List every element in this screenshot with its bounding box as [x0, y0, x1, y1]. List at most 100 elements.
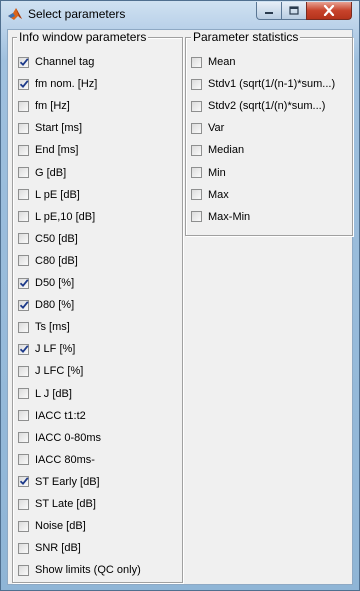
- checkbox-checked-icon[interactable]: [18, 299, 29, 311]
- checkbox-unchecked-icon[interactable]: [18, 410, 29, 422]
- checkbox-fm-nom-hz[interactable]: fm nom. [Hz]: [18, 76, 97, 92]
- checkbox-st-early-db[interactable]: ST Early [dB]: [18, 474, 100, 490]
- checkbox-label: Median: [208, 144, 245, 157]
- checkbox-unchecked-icon[interactable]: [18, 233, 29, 245]
- checkbox-checked-icon[interactable]: [18, 56, 29, 68]
- checkbox-median[interactable]: Median: [191, 142, 244, 158]
- checkbox-unchecked-icon[interactable]: [18, 520, 29, 532]
- window-title: Select parameters: [28, 7, 126, 21]
- checkbox-label: D50 [%]: [35, 277, 75, 289]
- checkbox-stdv2-sqrt-1-n-sum[interactable]: Stdv2 (sqrt(1/(n)*sum...): [191, 98, 325, 114]
- checkbox-max[interactable]: Max: [191, 187, 229, 203]
- checkbox-unchecked-icon[interactable]: [18, 144, 29, 156]
- checkbox-unchecked-icon[interactable]: [191, 78, 202, 90]
- checkbox-label: Ts [ms]: [35, 321, 70, 334]
- checkbox-label: End [ms]: [35, 144, 79, 157]
- checkbox-unchecked-icon[interactable]: [18, 211, 29, 223]
- title-bar[interactable]: Select parameters: [1, 1, 359, 27]
- maximize-icon: [289, 5, 299, 15]
- checkbox-unchecked-icon[interactable]: [18, 564, 29, 576]
- checkbox-label: SNR [dB]: [35, 542, 81, 555]
- checkbox-unchecked-icon[interactable]: [18, 454, 29, 466]
- checkbox-snr-db[interactable]: SNR [dB]: [18, 540, 81, 556]
- checkbox-label: L pE [dB]: [35, 188, 80, 201]
- stats-panel-legend: Parameter statistics: [191, 30, 301, 44]
- checkbox-channel-tag[interactable]: Channel tag: [18, 54, 94, 70]
- checkbox-c80-db[interactable]: C80 [dB]: [18, 253, 78, 269]
- parameter-statistics-panel: Parameter statistics Mean Stdv1 (sqrt(1/(…: [185, 30, 353, 236]
- checkbox-unchecked-icon[interactable]: [18, 321, 29, 333]
- checkbox-label: Show limits (QC only): [35, 564, 141, 577]
- checkbox-iacc-80ms[interactable]: IACC 80ms-: [18, 452, 95, 468]
- checkbox-unchecked-icon[interactable]: [191, 56, 202, 68]
- checkbox-l-pe-db[interactable]: L pE [dB]: [18, 187, 80, 203]
- checkbox-checked-icon[interactable]: [18, 476, 29, 488]
- checkbox-d50[interactable]: D50 [%]: [18, 275, 74, 291]
- checkbox-l-pe-10-db[interactable]: L pE,10 [dB]: [18, 209, 95, 225]
- checkbox-label: fm nom. [Hz]: [35, 78, 98, 91]
- checkbox-unchecked-icon[interactable]: [18, 388, 29, 399]
- checkbox-unchecked-icon[interactable]: [18, 432, 29, 444]
- checkbox-label: Max: [208, 188, 229, 201]
- minimize-icon: [265, 11, 273, 14]
- minimize-button[interactable]: [256, 2, 282, 20]
- checkbox-stdv1-sqrt-1-n-1-sum[interactable]: Stdv1 (sqrt(1/(n-1)*sum...): [191, 76, 335, 92]
- checkbox-checked-icon[interactable]: [18, 277, 29, 289]
- checkbox-unchecked-icon[interactable]: [18, 498, 29, 510]
- checkbox-c50-db[interactable]: C50 [dB]: [18, 231, 78, 247]
- checkbox-label: Noise [dB]: [35, 520, 86, 533]
- checkbox-d80[interactable]: D80 [%]: [18, 297, 74, 313]
- checkbox-ts-ms[interactable]: Ts [ms]: [18, 319, 70, 335]
- checkbox-unchecked-icon[interactable]: [18, 167, 29, 178]
- checkbox-unchecked-icon[interactable]: [191, 122, 202, 134]
- checkbox-label: Max-Min: [208, 210, 251, 223]
- checkbox-label: Mean: [208, 56, 236, 68]
- checkbox-label: Stdv2 (sqrt(1/(n)*sum...): [208, 100, 326, 113]
- checkbox-unchecked-icon[interactable]: [191, 189, 202, 201]
- maximize-button[interactable]: [281, 2, 307, 20]
- checkbox-label: ST Late [dB]: [35, 498, 96, 510]
- checkbox-end-ms[interactable]: End [ms]: [18, 142, 78, 158]
- dialog-body: Info window parameters Channel tag fm nom…: [7, 29, 353, 585]
- checkbox-label: J LF [%]: [35, 343, 76, 356]
- checkbox-fm-hz[interactable]: fm [Hz]: [18, 98, 70, 114]
- checkbox-label: IACC 80ms-: [35, 453, 95, 466]
- checkbox-noise-db[interactable]: Noise [dB]: [18, 518, 86, 534]
- checkbox-unchecked-icon[interactable]: [18, 100, 29, 112]
- info-panel-legend: Info window parameters: [17, 30, 149, 44]
- checkbox-label: Start [ms]: [35, 122, 83, 135]
- checkbox-max-min[interactable]: Max-Min: [191, 209, 250, 225]
- checkbox-j-lfc[interactable]: J LFC [%]: [18, 363, 83, 379]
- close-button[interactable]: [306, 2, 352, 20]
- checkbox-g-db[interactable]: G [dB]: [18, 165, 66, 181]
- checkbox-label: C80 [dB]: [35, 254, 78, 267]
- checkbox-unchecked-icon[interactable]: [191, 144, 202, 156]
- checkbox-unchecked-icon[interactable]: [191, 211, 202, 223]
- checkbox-unchecked-icon[interactable]: [18, 255, 29, 267]
- checkbox-unchecked-icon[interactable]: [18, 365, 29, 377]
- checkbox-unchecked-icon[interactable]: [18, 542, 29, 554]
- checkbox-l-j-db[interactable]: L J [dB]: [18, 386, 72, 402]
- checkbox-var[interactable]: Var: [191, 120, 224, 136]
- checkbox-label: L pE,10 [dB]: [35, 210, 96, 223]
- checkbox-unchecked-icon[interactable]: [18, 189, 29, 201]
- checkbox-start-ms[interactable]: Start [ms]: [18, 120, 82, 136]
- checkbox-label: Var: [208, 122, 225, 135]
- checkbox-label: Stdv1 (sqrt(1/(n-1)*sum...): [208, 78, 336, 91]
- checkbox-label: ST Early [dB]: [35, 475, 100, 488]
- checkbox-st-late-db[interactable]: ST Late [dB]: [18, 496, 96, 512]
- info-window-parameters-panel: Info window parameters Channel tag fm nom…: [12, 30, 183, 583]
- checkbox-show-limits-qc-only[interactable]: Show limits (QC only): [18, 562, 141, 578]
- checkbox-checked-icon[interactable]: [18, 343, 29, 355]
- select-parameters-window: Select parameters Info window parameters…: [0, 0, 360, 591]
- checkbox-label: D80 [%]: [35, 299, 75, 312]
- checkbox-j-lf[interactable]: J LF [%]: [18, 341, 75, 357]
- checkbox-min[interactable]: Min: [191, 165, 226, 181]
- checkbox-unchecked-icon[interactable]: [191, 167, 202, 178]
- checkbox-unchecked-icon[interactable]: [191, 100, 202, 112]
- checkbox-checked-icon[interactable]: [18, 78, 29, 90]
- checkbox-mean[interactable]: Mean: [191, 54, 236, 70]
- checkbox-iacc-t1-t2[interactable]: IACC t1:t2: [18, 408, 86, 424]
- checkbox-unchecked-icon[interactable]: [18, 122, 29, 134]
- checkbox-iacc-0-80ms[interactable]: IACC 0-80ms: [18, 430, 101, 446]
